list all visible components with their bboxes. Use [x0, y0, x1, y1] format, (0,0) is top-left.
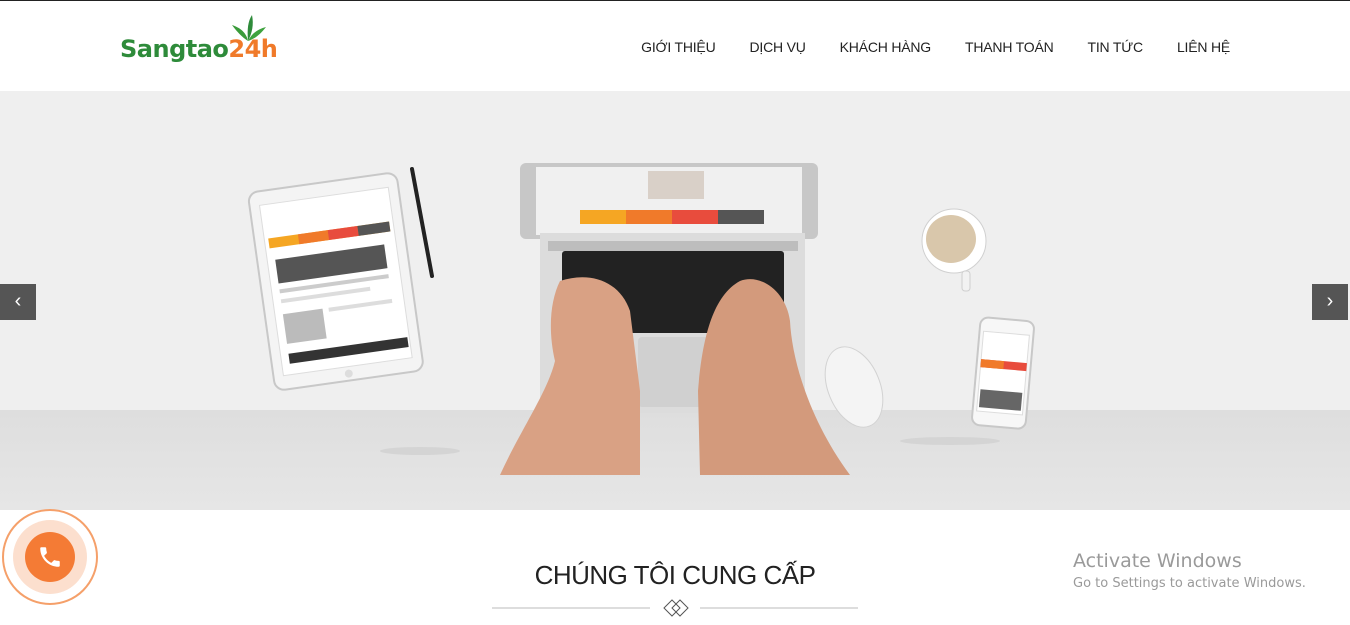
watermark-subtitle: Go to Settings to activate Windows.	[1073, 576, 1306, 591]
diamond-divider-icon	[492, 599, 858, 617]
nav-item-lien-he[interactable]: LIÊN HỆ	[1177, 39, 1230, 55]
logo-part-24h: 24h	[228, 35, 278, 63]
slider-next-button[interactable]: ›	[1312, 284, 1348, 320]
nav-item-tin-tuc[interactable]: TIN TỨC	[1088, 39, 1144, 55]
nav-item-thanh-toan[interactable]: THANH TOÁN	[965, 39, 1054, 55]
nav-item-gioi-thieu[interactable]: GIỚI THIỆU	[641, 39, 716, 55]
hero-image	[247, 163, 1035, 475]
call-button[interactable]	[2, 509, 98, 605]
chevron-left-icon: ‹	[14, 290, 22, 312]
logo-part-sangtao: Sangtao	[120, 35, 229, 63]
main-nav: GIỚI THIỆU DỊCH VỤ KHÁCH HÀNG THANH TOÁN…	[607, 39, 1230, 55]
nav-item-khach-hang[interactable]: KHÁCH HÀNG	[840, 39, 932, 55]
activate-windows-watermark: Activate Windows Go to Settings to activ…	[1073, 550, 1306, 591]
nav-item-dich-vu[interactable]: DỊCH VỤ	[749, 39, 805, 55]
watermark-title: Activate Windows	[1073, 550, 1242, 572]
slider-prev-button[interactable]: ‹	[0, 284, 36, 320]
site-logo[interactable]: Sangtao24h	[120, 13, 280, 73]
call-button-ring	[13, 520, 87, 594]
chevron-right-icon: ›	[1326, 290, 1334, 312]
call-button-core	[25, 532, 75, 582]
hero-slider: ‹ ›	[0, 91, 1350, 510]
phone-icon	[40, 547, 60, 567]
logo-text: Sangtao24h	[120, 35, 278, 63]
site-header: Sangtao24h GIỚI THIỆU DỊCH VỤ KHÁCH HÀNG…	[0, 0, 1350, 91]
tablet-illustration	[247, 172, 424, 391]
